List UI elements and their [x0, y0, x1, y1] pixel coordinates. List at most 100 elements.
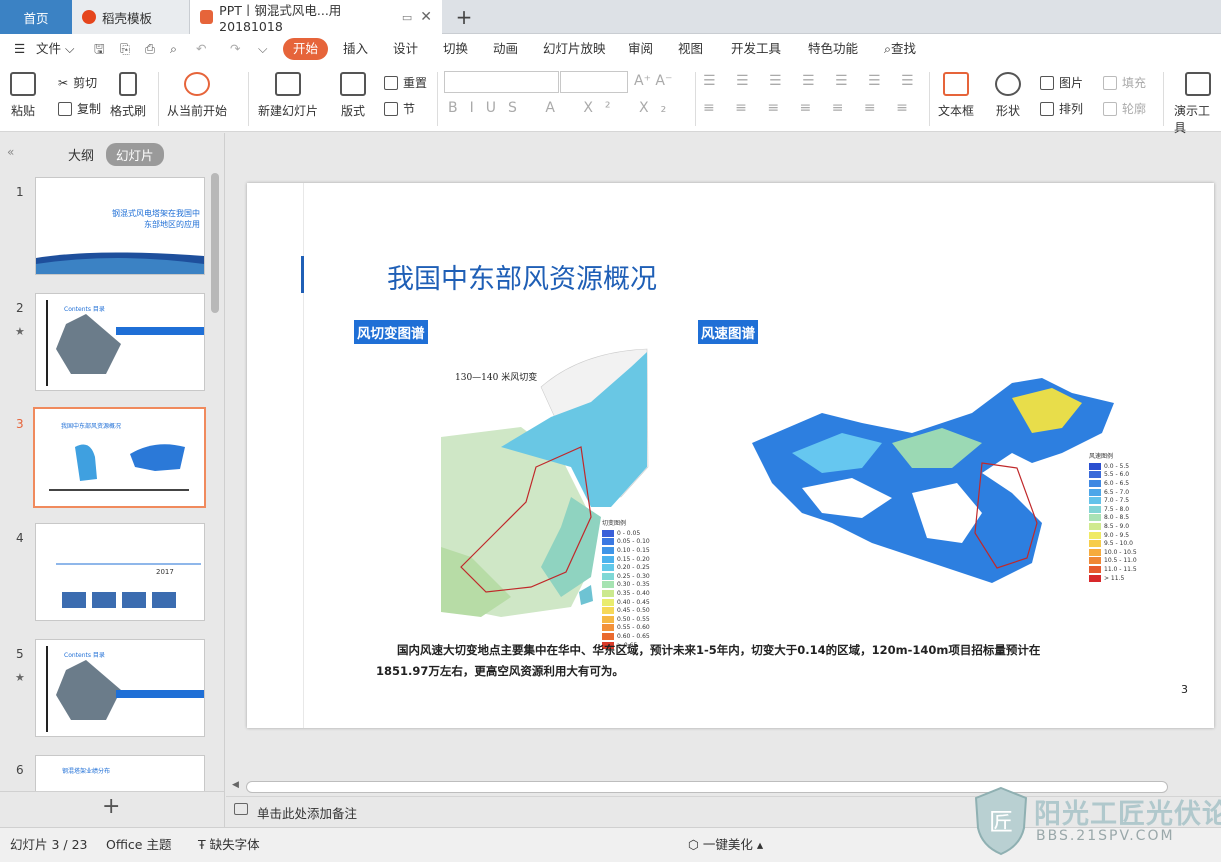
presentation-icon [1184, 72, 1211, 96]
missing-font-button[interactable]: Ŧ 缺失字体 [198, 828, 260, 862]
shear-legend-swatch [602, 589, 614, 597]
wind-speed-legend-title: 风速图例 [1089, 453, 1114, 460]
tab-daoke[interactable]: 稻壳模板 [72, 0, 190, 34]
preview-icon[interactable]: ⌕ [170, 34, 177, 64]
menu-insert[interactable]: 插入 [343, 34, 368, 64]
menu-animation[interactable]: 动画 [493, 34, 518, 64]
menu-transition[interactable]: 切换 [443, 34, 468, 64]
tab-outline[interactable]: 大纲 [68, 145, 94, 164]
ribbon-divider [1163, 72, 1164, 126]
slide-thumbnail-6[interactable]: 钢混塔架业绩分布 [35, 755, 205, 791]
wind-speed-map-image [752, 378, 1114, 583]
slide-thumbnail-4[interactable]: 2017 [35, 523, 205, 621]
picture-button[interactable]: 图片 [1040, 74, 1083, 91]
arrange-button[interactable]: 排列 [1040, 100, 1083, 117]
quick-access-more-icon[interactable]: ⌵ [258, 34, 267, 64]
slide-thumbnail-3[interactable]: 我国中东部风资源概况 [33, 407, 206, 508]
tab-home-label: 首页 [23, 10, 49, 26]
menu-start[interactable]: 开始 [283, 38, 329, 60]
format-brush-button[interactable]: 格式刷 [110, 72, 146, 119]
slide-canvas[interactable]: 我国中东部风资源概况 风切变图谱 风速图谱 130—140 米风切变 切变图例 … [247, 183, 1214, 728]
new-slide-button[interactable]: 新建幻灯片 [258, 72, 318, 119]
shear-legend-item: 0.40 - 0.45 [602, 598, 650, 607]
body-text-line-2[interactable]: 1851.97万左右，更高空风资源利用大有可为。 [376, 663, 624, 679]
tab-slides[interactable]: 幻灯片 [106, 143, 164, 166]
tab-ppt-document[interactable]: PPT丨钢混式风电...用20181018 ▭ ✕ [190, 0, 442, 34]
menu-developer[interactable]: 开发工具 [731, 34, 781, 64]
shear-legend-item: 0.20 - 0.25 [602, 563, 650, 572]
menu-file[interactable]: 文件 ⌵ [36, 34, 74, 64]
window-icon[interactable]: ▭ [402, 11, 412, 24]
copy-button[interactable]: 复制 [58, 100, 101, 117]
wind-speed-legend-item: 7.0 - 7.5 [1089, 496, 1137, 505]
slide-thumbnail-5[interactable]: Contents 目录 [35, 639, 205, 737]
beautify-button[interactable]: ⬡ 一键美化 ▴ [688, 828, 763, 862]
font-size-select[interactable] [560, 71, 628, 93]
menu-view[interactable]: 视图 [678, 34, 703, 64]
collapse-pane-icon[interactable]: « [7, 145, 14, 159]
search-icon: ⌕ [884, 41, 892, 56]
text-box-button[interactable]: 文本框 [938, 72, 974, 119]
close-tab-icon[interactable]: ✕ [420, 9, 432, 25]
new-tab-button[interactable]: + [450, 0, 478, 34]
layout-button[interactable]: 版式 [340, 72, 366, 119]
wind-speed-map-label[interactable]: 风速图谱 [698, 320, 758, 344]
wind-speed-map[interactable] [742, 373, 1120, 593]
reset-button[interactable]: 重置 [384, 74, 427, 91]
shear-legend-label: 0.30 - 0.35 [617, 581, 650, 589]
wind-speed-legend-label: > 11.5 [1104, 574, 1125, 582]
menu-special[interactable]: 特色功能 [808, 34, 858, 64]
reset-icon [384, 75, 398, 90]
outline-button[interactable]: 轮廓 [1103, 100, 1146, 117]
presentation-tool-button[interactable]: 演示工具 [1174, 72, 1221, 136]
scroll-left-icon[interactable]: ◀ [232, 780, 239, 790]
hamburger-icon[interactable]: ☰ [14, 34, 25, 64]
notes-placeholder[interactable]: 单击此处添加备注 [257, 803, 357, 822]
wind-speed-legend-item: 9.5 - 10.0 [1089, 539, 1137, 548]
wind-speed-legend-item: 6.5 - 7.0 [1089, 488, 1137, 497]
shear-legend-item: 0.60 - 0.65 [602, 632, 650, 641]
slide-thumbnail-1[interactable]: 钢混式风电塔架在我国中东部地区的应用 [35, 177, 205, 275]
shear-legend-title: 切变图例 [602, 520, 627, 527]
menu-review[interactable]: 审阅 [628, 34, 653, 64]
body-text-line-1[interactable]: 国内风速大切变地点主要集中在华中、华东区域，预计未来1-5年内，切变大于0.14… [397, 642, 1040, 658]
slide-5-title: Contents 目录 [64, 652, 105, 659]
play-from-current-button[interactable]: 从当前开始 [167, 72, 227, 119]
save-icon[interactable]: 🖫 [94, 34, 105, 64]
slide-thumbnail-2[interactable]: Contents 目录 [35, 293, 205, 391]
paste-button[interactable]: 粘贴 [10, 72, 36, 119]
undo-icon[interactable]: ↶ [196, 34, 206, 64]
shear-legend-label: 0.20 - 0.25 [617, 564, 650, 572]
tab-home[interactable]: 首页 [0, 0, 72, 34]
menu-slideshow[interactable]: 幻灯片放映 [543, 34, 606, 64]
wind-shear-map-caption: 130—140 米风切变 [455, 373, 538, 383]
print-icon[interactable]: ⎙ [145, 34, 155, 64]
wind-speed-legend-label: 10.0 - 10.5 [1104, 548, 1137, 556]
shear-map-label[interactable]: 风切变图谱 [354, 320, 428, 344]
page-number: 3 [1181, 683, 1188, 696]
slide-title[interactable]: 我国中东部风资源概况 [387, 257, 657, 296]
ribbon-toolbar: 粘贴 ✂ 剪切 复制 格式刷 从当前开始 新建幻灯片 版式 重置 节 A⁺ A⁻ … [0, 64, 1221, 135]
wind-speed-legend-item: 8.0 - 8.5 [1089, 514, 1137, 523]
align-buttons[interactable]: ≡ ≡ ≡ ≡ ≡ ≡ ≡ [703, 100, 916, 116]
fill-button[interactable]: 填充 [1103, 74, 1146, 91]
theme-name[interactable]: Office 主题 [106, 828, 171, 862]
section-button[interactable]: 节 [384, 100, 415, 117]
font-grow-icon[interactable]: A⁺ A⁻ [634, 73, 672, 89]
section-icon [384, 101, 398, 116]
export-icon[interactable]: ⎘ [120, 34, 130, 64]
fill-icon [1103, 75, 1117, 90]
shear-legend-item: 0 - 0.05 [602, 529, 650, 538]
menu-design[interactable]: 设计 [393, 34, 418, 64]
font-name-select[interactable] [444, 71, 559, 93]
shape-button[interactable]: 形状 [995, 72, 1021, 119]
copy-icon [58, 101, 72, 116]
cut-button[interactable]: ✂ 剪切 [58, 74, 97, 91]
add-slide-button[interactable]: + [102, 794, 120, 819]
redo-icon[interactable]: ↷ [230, 34, 240, 64]
slides-scrollbar[interactable] [211, 173, 219, 313]
font-style-buttons[interactable]: BIUS A X² X₂ [448, 100, 678, 116]
list-buttons[interactable]: ☰ ☰ ☰ ☰ ☰ ☰ ☰ [703, 73, 922, 89]
menu-search[interactable]: ⌕查找 [884, 34, 916, 64]
slide-number: 2 [16, 301, 24, 315]
